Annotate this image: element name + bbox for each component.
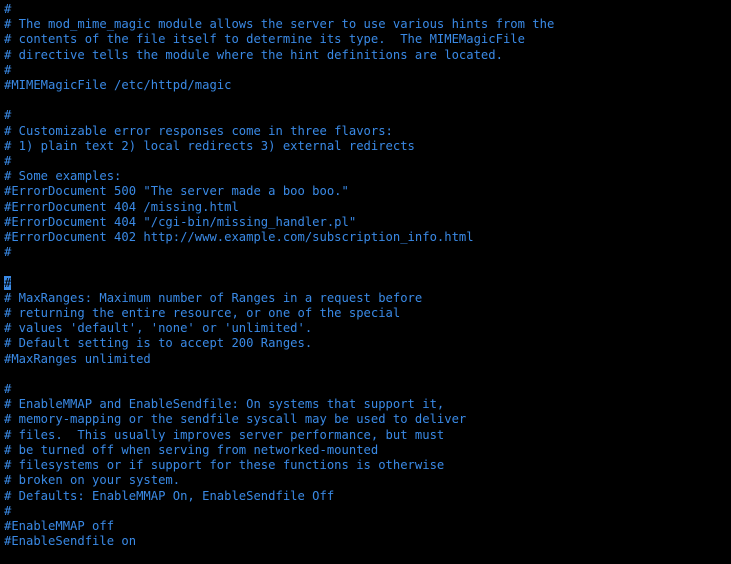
cursor: #	[4, 276, 11, 290]
config-line: # returning the entire resource, or one …	[4, 306, 400, 320]
config-line: #	[4, 382, 11, 396]
config-line: # values 'default', 'none' or 'unlimited…	[4, 321, 312, 335]
config-line: # filesystems or if support for these fu…	[4, 458, 444, 472]
config-line: #	[4, 504, 11, 518]
config-line: # MaxRanges: Maximum number of Ranges in…	[4, 291, 422, 305]
config-line: #	[4, 2, 11, 16]
config-line: # memory-mapping or the sendfile syscall…	[4, 412, 466, 426]
config-line: #	[4, 154, 11, 168]
config-line: #MIMEMagicFile /etc/httpd/magic	[4, 78, 231, 92]
config-line: #	[4, 63, 11, 77]
config-line: # be turned off when serving from networ…	[4, 443, 378, 457]
config-line: #MaxRanges unlimited	[4, 352, 151, 366]
config-line: # 1) plain text 2) local redirects 3) ex…	[4, 139, 415, 153]
config-line: #	[4, 245, 11, 259]
config-line: # The mod_mime_magic module allows the s…	[4, 17, 554, 31]
config-line: #	[4, 108, 11, 122]
config-line: # broken on your system.	[4, 473, 180, 487]
config-line: # contents of the file itself to determi…	[4, 32, 525, 46]
config-line: #EnableMMAP off	[4, 519, 114, 533]
config-line: #ErrorDocument 402 http://www.example.co…	[4, 230, 474, 244]
config-line: #	[4, 276, 11, 290]
config-line: #ErrorDocument 404 /missing.html	[4, 200, 239, 214]
config-line: #EnableSendfile on	[4, 534, 136, 548]
config-line: # Default setting is to accept 200 Range…	[4, 336, 312, 350]
config-line: # Some examples:	[4, 169, 121, 183]
config-line: # directive tells the module where the h…	[4, 48, 503, 62]
config-line: # EnableMMAP and EnableSendfile: On syst…	[4, 397, 444, 411]
config-line: # files. This usually improves server pe…	[4, 428, 444, 442]
config-line: # Customizable error responses come in t…	[4, 124, 393, 138]
config-file-view[interactable]: # # The mod_mime_magic module allows the…	[0, 0, 731, 551]
config-line: #ErrorDocument 404 "/cgi-bin/missing_han…	[4, 215, 356, 229]
config-line: # Defaults: EnableMMAP On, EnableSendfil…	[4, 489, 334, 503]
config-line: #ErrorDocument 500 "The server made a bo…	[4, 184, 349, 198]
